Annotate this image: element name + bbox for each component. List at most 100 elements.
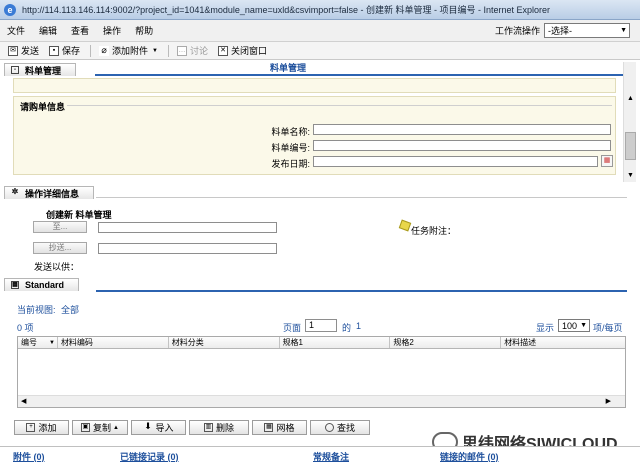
import-button[interactable]: ⬇ 导入 — [131, 420, 186, 435]
page-input[interactable]: 1 — [305, 319, 337, 332]
grid-action-bar: + 添加 ▣ 复制 ▲ ⬇ 导入 ▥ 删除 ▦ 网格 查找 — [14, 420, 373, 435]
menu-bar: 文件 编辑 查看 操作 帮助 工作流操作 -选择- ▼ — [0, 20, 640, 42]
publish-date-input[interactable] — [313, 156, 598, 167]
chevron-down-icon: ▼ — [580, 322, 587, 329]
search-label: 查找 — [336, 423, 355, 433]
scroll-thumb[interactable] — [625, 132, 636, 160]
toolbar: ✉ 发送 ▪ 保存 ⌀ 添加附件 ▼ … 讨论 ✕ 关闭窗口 — [0, 42, 640, 60]
section-divider — [96, 197, 627, 198]
tab-operation-details[interactable]: ✲ 操作详细信息 — [4, 186, 95, 199]
scroll-up-icon[interactable]: ▲ — [624, 92, 637, 105]
import-label: 导入 — [155, 423, 174, 433]
column-header-number[interactable]: 编号 ▼ — [18, 337, 58, 348]
save-label: 保存 — [62, 46, 81, 56]
tab-material[interactable]: - 料单管理 — [4, 63, 77, 76]
workflow-label: 工作流操作 — [494, 26, 540, 36]
import-icon: ⬇ — [144, 421, 152, 431]
tab-standard[interactable]: ▦ Standard — [4, 278, 80, 291]
search-icon — [324, 423, 334, 432]
per-page-suffix: 项/每页 — [593, 323, 623, 333]
material-center-title: 料单管理 — [270, 63, 307, 73]
linked-mail-link[interactable]: 链接的邮件 (0) — [440, 450, 499, 463]
cc-input[interactable] — [98, 243, 277, 254]
column-header-spec1[interactable]: 规格1 — [280, 337, 391, 348]
save-icon: ▪ — [49, 45, 60, 56]
fieldset-divider — [18, 105, 612, 106]
vertical-scrollbar[interactable]: ▲ ▼ — [623, 62, 636, 182]
material-grid: 编号 ▼ 材料编码 材料分类 规格1 规格2 材料描述 ◀ ▶ — [17, 336, 626, 408]
display-label: 显示 — [536, 323, 555, 333]
delete-button[interactable]: ▥ 删除 — [189, 420, 249, 435]
current-view: 当前视图: 全部 — [17, 303, 79, 316]
collapse-icon: - — [11, 66, 19, 74]
material-name-input[interactable] — [313, 124, 611, 135]
menu-file[interactable]: 文件 — [0, 24, 32, 37]
add-label: 添加 — [38, 423, 57, 433]
task-note-label: 任务附注： — [411, 226, 457, 236]
copy-icon: ▣ — [81, 423, 91, 432]
menu-view[interactable]: 查看 — [64, 24, 96, 37]
send-button[interactable]: ✉ 发送 — [8, 44, 39, 57]
cc-button[interactable]: 抄送... — [33, 242, 87, 254]
to-button[interactable]: 至... — [33, 221, 87, 233]
horizontal-scrollbar[interactable]: ◀ ▶ — [18, 395, 625, 407]
ie-icon: e — [4, 3, 16, 16]
ops-subtitle: 创建新 料单管理 — [46, 210, 112, 220]
trash-icon: ▥ — [203, 423, 213, 432]
linked-records-link[interactable]: 已链接记录 (0) — [120, 450, 179, 463]
scroll-down-icon[interactable]: ▼ — [624, 169, 637, 182]
discuss-label: 讨论 — [190, 46, 209, 56]
material-name-label: 料单名称: — [271, 127, 310, 137]
add-icon: + — [26, 423, 36, 432]
column-header-material-code[interactable]: 材料编码 — [58, 337, 169, 348]
column-header-spec2[interactable]: 规格2 — [390, 337, 502, 348]
toolbar-separator — [90, 44, 92, 57]
material-code-label: 料单编号: — [271, 143, 310, 153]
per-page-select[interactable]: 100 ▼ — [558, 319, 590, 332]
copy-button[interactable]: ▣ 复制 ▲ — [72, 420, 128, 435]
attach-button[interactable]: ⌀ 添加附件 ▼ — [99, 44, 158, 57]
ops-tab-label: 操作详细信息 — [25, 188, 80, 199]
page-label: 页面 — [283, 323, 302, 333]
menu-actions[interactable]: 操作 — [96, 24, 128, 37]
pagination-bar: 0 项 页面 1 的 1 显示 100 ▼ 项/每页 — [17, 319, 626, 333]
grid-label: 网格 — [276, 423, 295, 433]
calendar-icon[interactable]: ▦ — [601, 155, 613, 167]
total-pages: 1 — [356, 321, 362, 331]
column-header-label: 编号 — [21, 338, 37, 347]
discussion-icon: … — [177, 45, 187, 56]
material-code-input[interactable] — [313, 140, 611, 151]
purchase-info-label: 请购单信息 — [18, 100, 68, 113]
search-button[interactable]: 查找 — [310, 420, 370, 435]
copy-label: 复制 — [93, 423, 112, 433]
grid-header: 编号 ▼ 材料编码 材料分类 规格1 规格2 材料描述 — [18, 337, 625, 349]
discuss-button[interactable]: … 讨论 — [177, 44, 208, 57]
menu-edit[interactable]: 编辑 — [32, 24, 64, 37]
send-as-label: 发送以供： — [34, 262, 80, 272]
sort-desc-icon: ▼ — [48, 340, 55, 346]
current-view-value[interactable]: 全部 — [61, 305, 79, 315]
toolbar-separator — [168, 44, 169, 57]
workflow-select[interactable]: -选择- ▼ — [544, 23, 630, 38]
workflow-select-value: -选择- — [548, 26, 572, 36]
close-icon: ✕ — [218, 45, 229, 56]
scroll-left-icon[interactable]: ◀ — [21, 397, 26, 405]
menu-help[interactable]: 帮助 — [128, 24, 160, 37]
column-header-material-description[interactable]: 材料描述 — [501, 337, 625, 348]
save-button[interactable]: ▪ 保存 — [49, 44, 80, 57]
send-icon: ✉ — [8, 45, 18, 56]
current-view-label: 当前视图: — [17, 305, 56, 315]
chevron-down-icon: ▼ — [152, 47, 158, 54]
window-titlebar: e http://114.113.146.114:9002/?project_i… — [0, 0, 640, 20]
gear-icon: ✲ — [11, 187, 19, 196]
add-button[interactable]: + 添加 — [14, 420, 69, 435]
to-input[interactable] — [98, 222, 277, 233]
close-window-button[interactable]: ✕ 关闭窗口 — [218, 44, 267, 57]
scroll-right-icon[interactable]: ▶ — [606, 397, 611, 405]
grid-button[interactable]: ▦ 网格 — [252, 420, 307, 435]
general-notes-link[interactable]: 常规备注 — [313, 450, 349, 463]
attachments-link[interactable]: 附件 (0) — [13, 450, 45, 463]
item-count: 0 项 — [17, 323, 34, 333]
column-header-material-category[interactable]: 材料分类 — [169, 337, 280, 348]
ops-section-header: ✲ 操作详细信息 — [4, 186, 95, 199]
